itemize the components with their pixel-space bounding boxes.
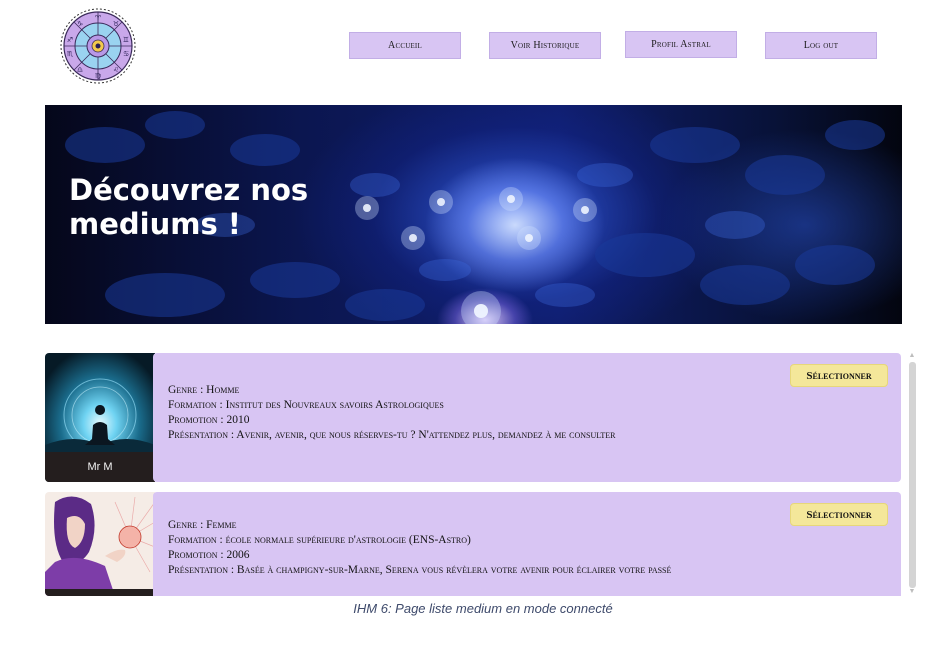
scroll-down-arrow-icon[interactable]: ▼: [908, 588, 916, 596]
medium-info: Genre : Femme Formation : école normale …: [168, 518, 671, 578]
medium-info: Genre : Homme Formation : Institut des N…: [168, 383, 616, 443]
medium-formation: Formation : Institut des Nouvreaux savoi…: [168, 399, 444, 411]
medium-photo: Mr M: [45, 353, 155, 482]
svg-text:♑: ♑: [77, 20, 83, 28]
svg-text:♍: ♍: [95, 72, 102, 80]
medium-photo: [45, 492, 155, 596]
select-medium-button[interactable]: Sélectionner: [790, 364, 888, 387]
scrollbar-thumb[interactable]: [909, 362, 916, 588]
medium-name: Mr M: [45, 452, 155, 482]
medium-card: Mr M Sélectionner Genre : Homme Formatio…: [45, 353, 901, 482]
medium-genre: Genre : Homme: [168, 384, 240, 396]
svg-text:♋: ♋: [123, 50, 129, 58]
scroll-up-arrow-icon[interactable]: ▲: [908, 352, 916, 360]
figure-caption: IHM 6: Page liste medium en mode connect…: [353, 601, 613, 616]
medium-promotion: Promotion : 2006: [168, 549, 250, 561]
medium-card: Sélectionner Genre : Femme Formation : é…: [45, 492, 901, 596]
banner-title: Découvrez nos mediums !: [69, 173, 309, 241]
zodiac-wheel-logo[interactable]: ♈ ♉ ♊ ♋ ♌ ♍ ♎ ♏ ♐ ♑: [56, 8, 140, 84]
medium-presentation: Présentation : Basée à champigny-sur-Mar…: [168, 564, 672, 576]
nav-logout-button[interactable]: Log out: [765, 32, 877, 59]
svg-text:♏: ♏: [67, 50, 74, 58]
svg-text:♈: ♈: [95, 14, 102, 22]
svg-text:♎: ♎: [77, 66, 83, 74]
medium-details: Sélectionner Genre : Femme Formation : é…: [153, 492, 901, 596]
hero-banner: Découvrez nos mediums !: [45, 105, 902, 324]
svg-text:♌: ♌: [113, 66, 119, 74]
medium-genre: Genre : Femme: [168, 519, 237, 531]
svg-text:♉: ♉: [113, 20, 119, 28]
medium-list-scrollbar[interactable]: ▲ ▼: [906, 352, 918, 596]
nav-accueil-button[interactable]: Accueil: [349, 32, 461, 59]
svg-text:♊: ♊: [123, 36, 129, 44]
medium-presentation: Présentation : Avenir, avenir, que nous …: [168, 429, 616, 441]
nav-historique-button[interactable]: Voir Historique: [489, 32, 601, 59]
nav-profil-astral-button[interactable]: Profil Astral: [625, 31, 737, 58]
svg-text:♐: ♐: [67, 36, 73, 44]
medium-details: Sélectionner Genre : Homme Formation : I…: [153, 353, 901, 482]
select-medium-button[interactable]: Sélectionner: [790, 503, 888, 526]
medium-promotion: Promotion : 2010: [168, 414, 250, 426]
medium-formation: Formation : école normale supérieure d'a…: [168, 534, 471, 546]
